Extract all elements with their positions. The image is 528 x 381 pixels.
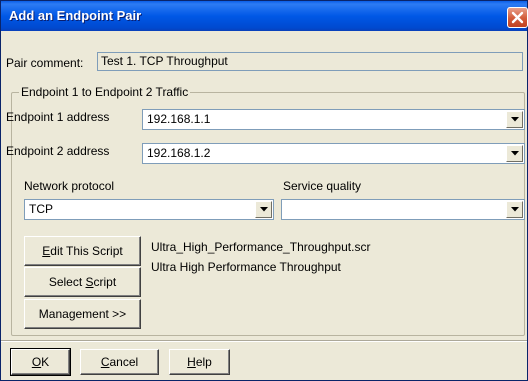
- dialog-title: Add an Endpoint Pair: [9, 8, 142, 23]
- pair-comment-label: Pair comment:: [6, 56, 84, 70]
- ok-button[interactable]: OK: [10, 348, 71, 376]
- network-protocol-label: Network protocol: [24, 179, 115, 193]
- management-button[interactable]: Management >>: [24, 299, 141, 329]
- footer-separator: [1, 340, 527, 342]
- title-bar[interactable]: Add an Endpoint Pair: [1, 1, 528, 31]
- endpoint1-dropdown-button[interactable]: [506, 111, 523, 128]
- endpoint2-address-value: 192.168.1.2: [147, 146, 211, 160]
- close-button[interactable]: [507, 7, 528, 28]
- endpoint2-dropdown-button[interactable]: [506, 145, 523, 162]
- select-script-button[interactable]: Select Script: [24, 267, 141, 297]
- select-script-label: cript: [93, 275, 117, 289]
- ok-mnemonic: O: [31, 355, 42, 369]
- network-protocol-value: TCP: [29, 202, 53, 216]
- edit-script-label: dit This Script: [50, 244, 123, 258]
- traffic-group-title: Endpoint 1 to Endpoint 2 Traffic: [19, 85, 191, 99]
- help-label: elp: [195, 355, 212, 369]
- service-quality-label: Service quality: [283, 179, 362, 193]
- script-description: Ultra High Performance Throughput: [151, 260, 341, 274]
- service-quality-select[interactable]: [281, 199, 525, 220]
- edit-script-button[interactable]: Edit This Script: [24, 236, 141, 266]
- select-script-label-pre: Select: [48, 275, 86, 289]
- chevron-down-icon: [260, 207, 268, 212]
- endpoint1-address-value: 192.168.1.1: [147, 112, 211, 126]
- cancel-label: ancel: [109, 355, 139, 369]
- network-protocol-select[interactable]: TCP: [24, 199, 274, 220]
- close-icon: [511, 11, 524, 24]
- chevron-down-icon: [511, 151, 519, 156]
- help-button[interactable]: Help: [169, 349, 230, 375]
- ok-label: K: [41, 355, 50, 369]
- endpoint2-label: Endpoint 2 address: [6, 144, 110, 158]
- script-filename: Ultra_High_Performance_Throughput.scr: [151, 240, 371, 254]
- management-label: Management >>: [38, 307, 127, 321]
- service-quality-dropdown-button[interactable]: [506, 201, 523, 218]
- add-endpoint-pair-dialog: Add an Endpoint Pair Pair comment: Test …: [0, 0, 528, 381]
- help-mnemonic: H: [187, 355, 196, 369]
- pair-comment-field[interactable]: Test 1. TCP Throughput: [97, 52, 523, 71]
- select-script-mnemonic: S: [85, 275, 94, 289]
- endpoint1-label: Endpoint 1 address: [6, 110, 110, 124]
- endpoint1-address-combo[interactable]: 192.168.1.1: [142, 109, 525, 130]
- endpoint2-address-combo[interactable]: 192.168.1.2: [142, 143, 525, 164]
- cancel-button[interactable]: Cancel: [80, 349, 159, 375]
- network-protocol-dropdown-button[interactable]: [255, 201, 272, 218]
- chevron-down-icon: [511, 117, 519, 122]
- chevron-down-icon: [511, 207, 519, 212]
